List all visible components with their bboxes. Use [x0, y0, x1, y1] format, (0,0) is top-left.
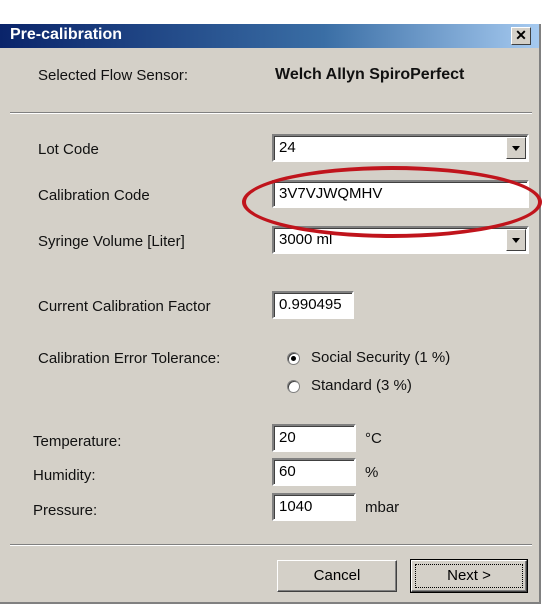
- next-button-focus-rect: [415, 564, 523, 588]
- lot-code-dropdown-arrow-icon[interactable]: [506, 137, 526, 159]
- tolerance-social-security-radio[interactable]: [287, 352, 300, 365]
- current-calibration-factor-label: Current Calibration Factor: [38, 298, 211, 315]
- next-button[interactable]: Next >: [410, 559, 528, 593]
- lot-code-label: Lot Code: [38, 141, 99, 158]
- pressure-unit: mbar: [365, 499, 400, 516]
- cancel-button[interactable]: Cancel: [277, 560, 397, 592]
- close-button[interactable]: ✕: [511, 27, 531, 45]
- lot-code-dropdown[interactable]: 24: [272, 134, 529, 162]
- humidity-label: Humidity:: [33, 467, 96, 484]
- selected-flow-sensor-value: Welch Allyn SpiroPerfect: [275, 66, 465, 83]
- pressure-label: Pressure:: [33, 502, 98, 519]
- title-bar: Pre-calibration ✕: [0, 24, 539, 48]
- pre-calibration-dialog: Pre-calibration ✕ Selected Flow Sensor: …: [0, 24, 541, 604]
- current-calibration-factor-field[interactable]: 0.990495: [272, 291, 354, 319]
- syringe-volume-dropdown[interactable]: 3000 ml: [272, 226, 529, 254]
- humidity-unit: %: [365, 464, 379, 481]
- syringe-volume-label: Syringe Volume [Liter]: [38, 233, 185, 250]
- humidity-input[interactable]: 60: [272, 458, 356, 486]
- tolerance-standard-label[interactable]: Standard (3 %): [311, 377, 412, 394]
- calibration-error-tolerance-label: Calibration Error Tolerance:: [38, 350, 221, 367]
- temperature-label: Temperature:: [33, 433, 122, 450]
- calibration-code-input[interactable]: 3V7VJWQMHV: [272, 180, 529, 208]
- calibration-code-label: Calibration Code: [38, 187, 150, 204]
- selected-flow-sensor-label: Selected Flow Sensor:: [38, 67, 189, 84]
- pressure-input[interactable]: 1040: [272, 493, 356, 521]
- temperature-input[interactable]: 20: [272, 424, 356, 452]
- divider-bottom: [10, 544, 532, 546]
- window-title: Pre-calibration: [10, 26, 123, 43]
- syringe-volume-value: 3000 ml: [279, 231, 333, 248]
- syringe-volume-dropdown-arrow-icon[interactable]: [506, 229, 526, 251]
- lot-code-value: 24: [279, 139, 296, 156]
- tolerance-standard-radio[interactable]: [287, 380, 300, 393]
- divider-top: [10, 112, 532, 114]
- tolerance-social-security-label[interactable]: Social Security (1 %): [311, 349, 450, 366]
- temperature-unit: °C: [365, 430, 382, 447]
